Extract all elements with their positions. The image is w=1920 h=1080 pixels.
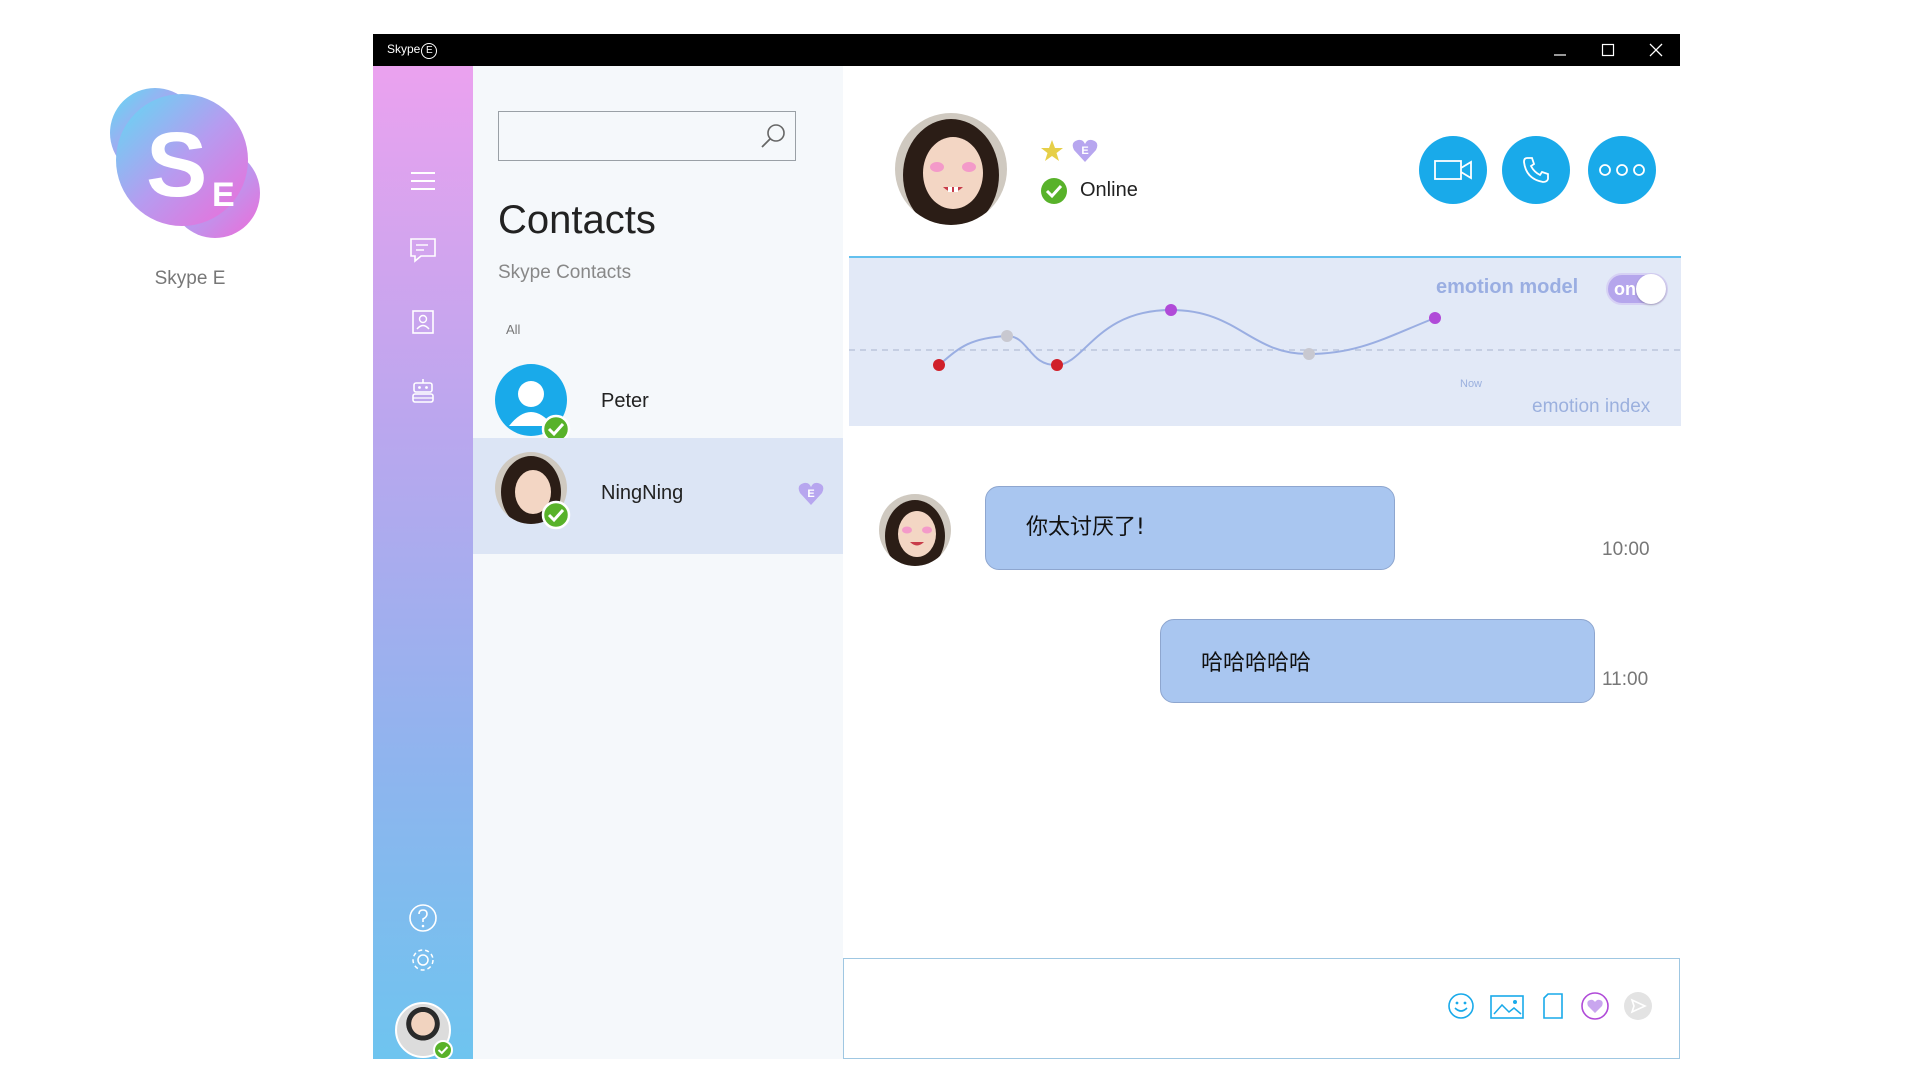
titlebar: Skype E (373, 34, 1680, 66)
minimize-icon (1554, 54, 1566, 56)
my-profile-avatar[interactable] (395, 1002, 453, 1060)
svg-text:S: S (146, 114, 207, 216)
emotion-point (1001, 330, 1013, 342)
maximize-button[interactable] (1584, 34, 1632, 66)
message-text: 哈哈哈哈哈 (1201, 651, 1312, 676)
emotion-point (1429, 312, 1441, 324)
emotion-point (1051, 359, 1063, 371)
favorite-star-icon[interactable] (1040, 139, 1064, 163)
nav-rail (373, 66, 473, 1060)
emotion-point (1165, 304, 1177, 316)
contacts-icon (412, 310, 434, 334)
file-icon (1543, 993, 1563, 1019)
toggle-knob (1636, 274, 1666, 304)
minimize-button[interactable] (1536, 34, 1584, 66)
search-input[interactable] (498, 111, 796, 161)
contacts-title: Contacts (498, 198, 656, 242)
title-badge: E (421, 43, 438, 59)
phone-icon (1523, 157, 1549, 183)
help-icon (409, 904, 437, 932)
emotion-model-toggle[interactable]: on (1606, 273, 1668, 305)
emoji-button[interactable] (1444, 989, 1478, 1023)
emotion-button[interactable] (1578, 989, 1612, 1023)
send-icon (1624, 992, 1652, 1020)
message-bubble-outgoing[interactable]: 哈哈哈哈哈 (1160, 619, 1595, 703)
message-composer[interactable] (843, 958, 1680, 1059)
search-icon[interactable] (759, 122, 787, 150)
audio-call-button[interactable] (1502, 136, 1570, 204)
menu-button[interactable] (405, 163, 441, 199)
emotion-panel: emotion model on Now emotion index (849, 256, 1681, 426)
logo-caption: Skype E (154, 268, 226, 289)
emotion-point (933, 359, 945, 371)
maximize-icon (1601, 43, 1615, 57)
online-check-icon (1041, 178, 1067, 204)
toggle-label: on (1614, 279, 1636, 299)
skype-e-logo: S E (110, 88, 260, 238)
contacts-panel: Contacts Skype Contacts All Peter NingNi… (473, 66, 843, 1059)
stage: S E Skype E Skype E Contacts Skype Conta… (0, 0, 1920, 1080)
contacts-subtitle: Skype Contacts (498, 262, 632, 283)
emotion-heart-icon: E (798, 482, 824, 505)
chat-icon (410, 238, 436, 263)
settings-button[interactable] (405, 942, 441, 978)
message-time: 11:00 (1602, 669, 1649, 690)
video-camera-icon (1434, 160, 1472, 180)
online-check-icon (433, 1040, 453, 1060)
online-check-icon (541, 500, 571, 530)
emotion-heart-icon (1581, 992, 1609, 1020)
svg-text:E: E (1081, 145, 1088, 157)
close-icon (1649, 43, 1663, 57)
more-icon (1599, 164, 1645, 176)
app-window: Skype E Contacts Skype Contacts All Pete… (373, 34, 1681, 1060)
nav-contacts[interactable] (405, 304, 441, 340)
contact-name: Peter (601, 390, 649, 412)
nav-chats[interactable] (405, 232, 441, 268)
emotion-heart-icon: E (1072, 139, 1098, 162)
contact-status: Online (1080, 179, 1138, 201)
file-button[interactable] (1536, 989, 1570, 1023)
nav-bot[interactable] (405, 373, 441, 409)
message-bubble-incoming[interactable]: 你太讨厌了! (985, 486, 1395, 570)
emoji-icon (1448, 993, 1474, 1019)
help-button[interactable] (405, 900, 441, 936)
more-options-button[interactable] (1588, 136, 1656, 204)
window-title: Skype E (387, 42, 438, 59)
now-label: Now (1460, 378, 1483, 390)
svg-text:E: E (212, 176, 235, 214)
video-call-button[interactable] (1419, 136, 1487, 204)
message-time: 10:00 (1602, 539, 1650, 560)
image-icon (1490, 995, 1524, 1019)
emotion-point (1303, 348, 1315, 360)
chat-contact-avatar[interactable] (895, 113, 1007, 225)
close-button[interactable] (1632, 34, 1680, 66)
menu-icon (411, 172, 435, 190)
contacts-filter[interactable]: All (506, 322, 520, 337)
emotion-index-label: emotion index (1532, 396, 1651, 417)
contact-row-ningning[interactable]: NingNing E (473, 438, 843, 554)
bot-icon (412, 379, 434, 403)
chat-panel: E Online emotion model on Now emotion in… (843, 66, 1681, 1059)
image-button[interactable] (1490, 989, 1524, 1023)
settings-icon (412, 949, 434, 971)
send-button[interactable] (1621, 989, 1655, 1023)
svg-text:E: E (807, 488, 814, 500)
message-sender-avatar (879, 494, 951, 566)
emotion-model-label: emotion model (1436, 276, 1579, 298)
contact-name: NingNing (601, 482, 684, 504)
message-text: 你太讨厌了! (1026, 515, 1145, 540)
